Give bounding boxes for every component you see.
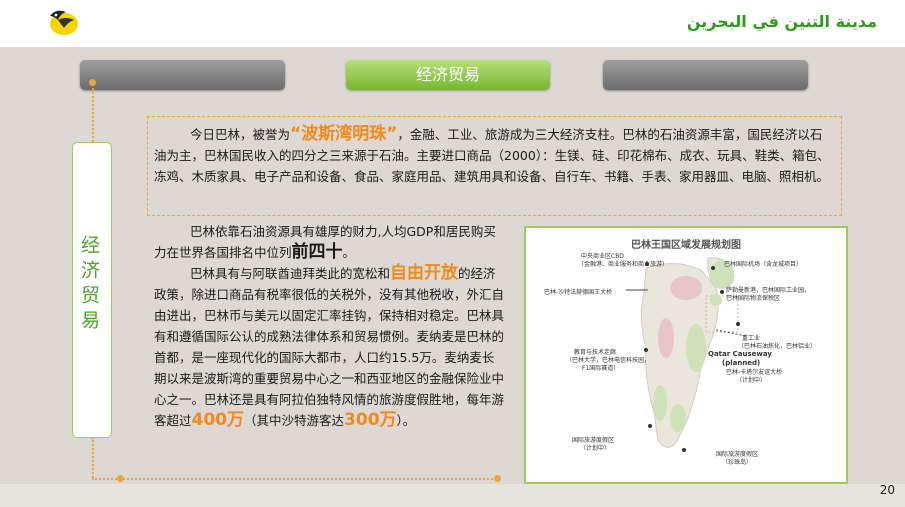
detail-text-b1: 巴林具有与阿联酋迪拜类此的宽松和 [190,266,391,281]
map-label-resort-west: 国际旅游度假区 [572,436,614,444]
detail-highlight-open: 自由开放 [390,263,459,283]
map-label-education: 教育与技术走廊 [574,348,616,356]
detail-text-d2: ）。 [396,413,416,428]
map-label-salman-port: 萨勒曼新港，巴林国际工业园， [726,286,810,294]
page-number: 20 [879,483,895,497]
header: مدينة التنين في البحرين [0,0,905,47]
intro-paragraph: 今日巴林，被誉为“波斯湾明珠”，金融、工业、旅游成为三大经济支柱。巴林的石油资源… [154,124,834,187]
detail-highlight-saudi: 300万 [344,410,397,430]
map-label-causeway-saudi: 巴林-沙特法赫德国王大桥 [544,288,612,296]
section-side-label: 经济贸易 [72,142,112,438]
side-label-text: 经济贸易 [78,235,100,335]
map-label-friendship-bridge: 巴林-卡塔尔友谊大桥 [726,368,782,376]
tab-economy-trade[interactable]: 经济贸易 [346,60,550,90]
map-label-cbd: 中央商业区CBD [581,252,624,260]
guide-dot [117,475,124,482]
dragon-logo-icon [50,10,78,35]
map-label-friendship-planned: （计划中） [736,376,766,384]
bahrain-planning-map: 巴林王国区域发展规划图 中央商业区CBD （金融港、商业服务和商业旅游） 巴林国… [524,226,848,484]
map-label-education-detail: （巴林大学，巴林电信科技园， [566,356,650,364]
map-label-f1: F1国际赛道） [582,364,619,372]
guide-dot [494,475,501,482]
detail-highlight-visitors: 400万 [191,410,245,430]
intro-text-pre: 今日巴林，被誉为 [190,127,291,142]
map-label-resort-west-planned: （计划中） [580,444,610,452]
intro-highlight: “波斯湾明珠” [290,124,398,144]
map-label-airport: 巴林国际机场（含龙城项目） [724,260,802,268]
map-label-pearl-island: （珍珠岛） [722,458,752,466]
detail-text-b2: 的经济政策，除进口商品有税率很低的关税外，没有其他税收，外汇自由进出，巴林币与美… [154,266,505,428]
map-label-cbd-detail: （金融港、商业服务和商业旅游） [578,260,668,268]
detail-text-c2: （其中沙特游客达 [244,413,345,428]
map-label-planned: (planned) [722,359,760,367]
map-label-heavy-industry: 重工业 [742,334,760,342]
map-graphic: 中央商业区CBD （金融港、商业服务和商业旅游） 巴林国际机场（含龙城项目） 巴… [544,252,816,466]
detail-highlight-rank: 前四十 [291,242,343,262]
map-label-qatar-causeway: Qatar Causeway [708,350,772,358]
map-label-heavy-industry-detail: （巴林石油炼化，巴林铝业） [738,342,816,350]
tab-left[interactable] [80,60,285,90]
map-label-logistics: 巴林国际物流保税区 [726,294,780,302]
detail-text-a2: 。 [342,245,356,260]
guide-dot [89,79,96,86]
map-label-resort-pearl: 国际旅游度假区 [716,450,758,458]
slide-footer [0,484,905,507]
tab-right[interactable] [603,60,808,90]
dotted-guide-horizontal [92,478,497,480]
arabic-title: مدينة التنين في البحرين [686,12,877,31]
detail-paragraph: 巴林依靠石油资源具有雄厚的财力,人均GDP和居民购买力在世界各国排名中位列前四十… [154,221,506,431]
